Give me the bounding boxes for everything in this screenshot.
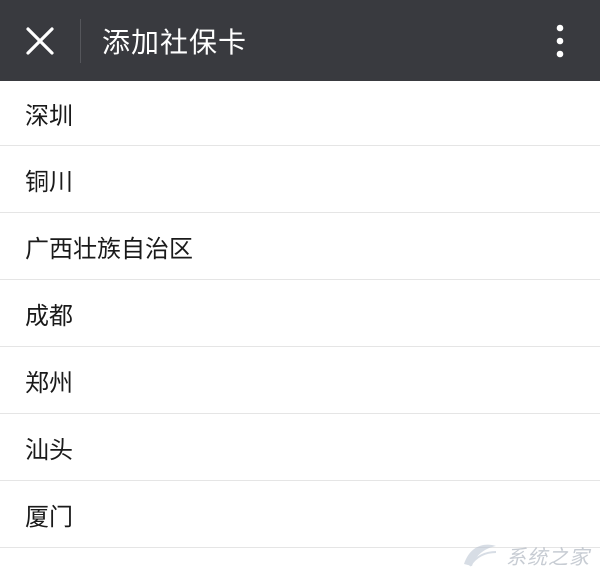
page-title: 添加社保卡 xyxy=(102,25,248,59)
close-button[interactable] xyxy=(0,0,80,81)
city-item-tongchuan[interactable]: 铜川 xyxy=(0,146,600,213)
more-vertical-icon xyxy=(555,24,565,58)
city-item-shantou[interactable]: 汕头 xyxy=(0,414,600,481)
more-options-button[interactable] xyxy=(520,0,600,81)
watermark-logo-icon xyxy=(460,540,500,570)
watermark-text: 系统之家 xyxy=(506,544,590,569)
city-item-chengdu[interactable]: 成都 xyxy=(0,280,600,347)
city-item-shenzhen[interactable]: 深圳 xyxy=(0,81,600,146)
close-icon xyxy=(25,26,55,56)
city-item-zhengzhou[interactable]: 郑州 xyxy=(0,347,600,414)
city-list: 深圳 铜川 广西壮族自治区 成都 郑州 汕头 厦门 xyxy=(0,81,600,548)
title-bar: 添加社保卡 xyxy=(0,0,600,81)
city-item-xiamen[interactable]: 厦门 xyxy=(0,481,600,548)
app-window: 添加社保卡 深圳 铜川 广西壮族自治区 成都 郑州 汕头 厦门 系统之家 xyxy=(0,0,600,574)
watermark: 系统之家 xyxy=(460,540,590,570)
city-item-guangxi[interactable]: 广西壮族自治区 xyxy=(0,213,600,280)
